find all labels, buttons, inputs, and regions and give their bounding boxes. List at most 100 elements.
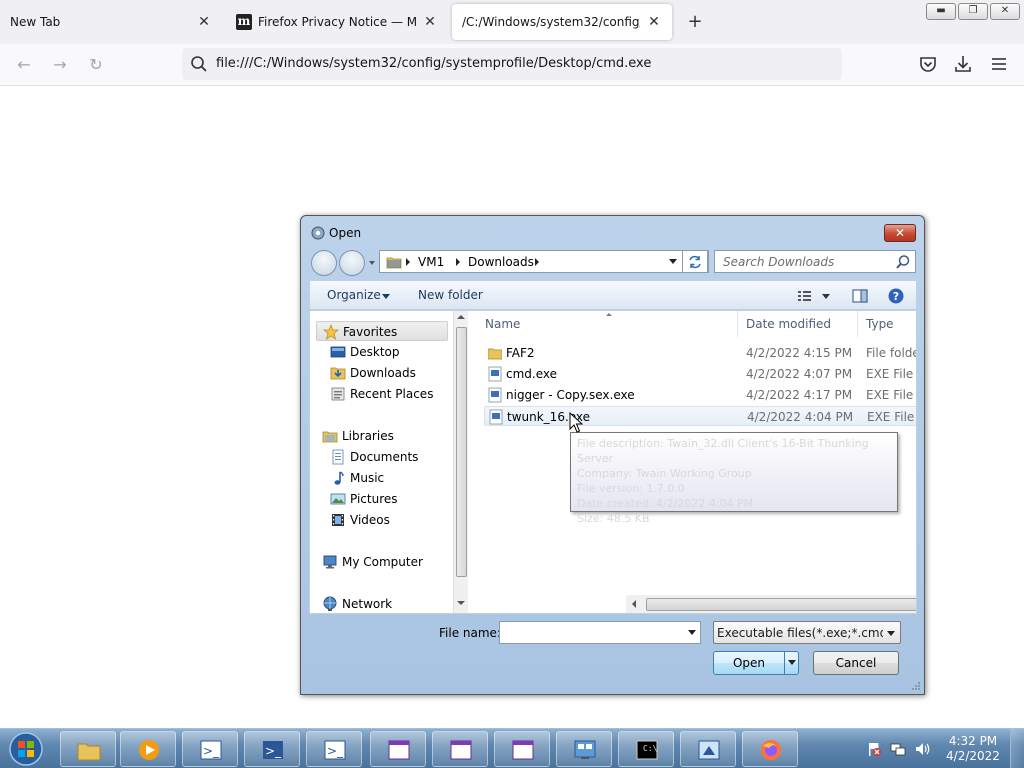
nav-label: Libraries <box>342 429 394 443</box>
nav-downloads[interactable]: Downloads <box>310 363 453 383</box>
nav-libraries[interactable]: Libraries <box>310 426 453 446</box>
url-bar[interactable]: file:///C:/Windows/system32/config/syste… <box>182 48 842 80</box>
preview-pane-icon[interactable] <box>851 287 869 305</box>
view-options-icon[interactable] <box>796 287 814 305</box>
taskbar-powershell-3[interactable]: >_ <box>306 731 362 767</box>
chevron-right-icon[interactable] <box>535 258 539 266</box>
address-dropdown-icon[interactable] <box>669 259 677 264</box>
network-status-icon[interactable] <box>890 741 906 757</box>
file-name-dropdown-icon[interactable] <box>688 630 696 635</box>
nav-documents[interactable]: Documents <box>310 447 453 467</box>
nav-network[interactable]: Network <box>310 594 453 613</box>
column-header-type[interactable]: Type <box>858 311 916 337</box>
nav-desktop[interactable]: Desktop <box>310 342 453 362</box>
scrollbar-thumb[interactable] <box>646 598 916 611</box>
navigation-scrollbar[interactable] <box>453 311 468 613</box>
taskbar-control-panel[interactable] <box>556 731 612 767</box>
start-button-icon[interactable] <box>4 731 48 767</box>
close-icon[interactable]: ✕ <box>422 14 438 30</box>
chevron-right-icon[interactable] <box>456 258 460 266</box>
new-folder-button[interactable]: New folder <box>418 288 483 302</box>
nav-label: Downloads <box>350 366 416 380</box>
taskbar-firefox[interactable] <box>742 731 798 767</box>
chevron-right-icon[interactable] <box>406 258 410 266</box>
search-downloads-input[interactable]: Search Downloads <box>714 250 916 273</box>
tab-new-tab[interactable]: New Tab ✕ <box>0 4 222 40</box>
taskbar-clock[interactable]: 4:32 PM 4/2/2022 <box>944 734 1002 764</box>
scrollbar-thumb[interactable] <box>456 327 467 577</box>
search-placeholder: Search Downloads <box>723 255 835 269</box>
tab-privacy-notice[interactable]: m Firefox Privacy Notice — Mozilla ✕ <box>226 4 448 40</box>
dialog-close-button[interactable]: ✕ <box>884 224 916 242</box>
help-icon[interactable]: ? <box>887 287 905 305</box>
mozilla-favicon-icon: m <box>236 14 252 30</box>
taskbar-powershell-1[interactable]: >_ <box>182 731 238 767</box>
scroll-left-icon[interactable] <box>632 600 636 608</box>
file-type-filter-select[interactable]: Executable files(*.exe;*.cmd;*.bat) <box>713 621 901 644</box>
breadcrumb-downloads[interactable]: Downloads <box>468 255 534 269</box>
cancel-button[interactable]: Cancel <box>813 651 899 675</box>
volume-icon[interactable] <box>914 741 930 757</box>
tab-cmd-file[interactable]: /C:/Windows/system32/config/syst ✕ <box>452 4 672 40</box>
address-bar[interactable]: VM1 Downloads <box>379 250 709 273</box>
taskbar-window-3[interactable] <box>494 731 550 767</box>
taskbar-media-player[interactable] <box>120 731 176 767</box>
organize-button[interactable]: Organize <box>327 288 381 302</box>
tab-title: Firefox Privacy Notice — Mozilla <box>258 15 416 29</box>
dialog-back-button[interactable] <box>311 250 337 276</box>
scroll-down-icon[interactable] <box>457 601 465 605</box>
file-row-copy-exe[interactable]: nigger - Copy.sex.exe 4/2/2022 4:17 PM E… <box>484 385 916 405</box>
downloads-icon[interactable] <box>953 54 973 74</box>
file-row-faf2[interactable]: FAF2 4/2/2022 4:15 PM File folder <box>484 343 916 363</box>
taskbar-command-prompt[interactable]: C:\ <box>618 731 674 767</box>
powershell-icon: >_ <box>200 740 222 760</box>
tooltip-description: File description: Twain_32.dll Client's … <box>577 437 869 465</box>
nav-my-computer[interactable]: My Computer <box>310 552 453 572</box>
search-icon[interactable] <box>895 254 911 270</box>
pocket-icon[interactable] <box>918 54 938 74</box>
dialog-forward-button[interactable] <box>339 250 365 276</box>
history-dropdown-icon[interactable] <box>369 261 375 265</box>
nav-pictures[interactable]: Pictures <box>310 489 453 509</box>
close-icon[interactable]: ✕ <box>196 14 212 30</box>
breadcrumb-vm1[interactable]: VM1 <box>418 255 444 269</box>
refresh-button[interactable] <box>682 250 708 273</box>
column-header-date[interactable]: Date modified <box>738 311 858 337</box>
taskbar-app-window[interactable] <box>680 731 736 767</box>
taskbar-powershell-2[interactable]: >_ <box>244 731 300 767</box>
nav-favorites[interactable]: Favorites <box>316 321 448 341</box>
nav-recent-places[interactable]: Recent Places <box>310 384 453 404</box>
view-dropdown-icon[interactable] <box>822 294 830 299</box>
action-center-flag-icon[interactable] <box>866 741 882 757</box>
open-options-split[interactable] <box>784 652 798 674</box>
close-icon[interactable]: ✕ <box>646 14 662 30</box>
scroll-up-icon[interactable] <box>457 315 465 319</box>
forward-button[interactable]: → <box>49 54 71 76</box>
new-tab-button[interactable]: + <box>684 12 706 34</box>
filter-value: Executable files(*.exe;*.cmd;*.bat) <box>717 626 883 640</box>
taskbar-explorer[interactable] <box>60 731 116 767</box>
open-button[interactable]: Open <box>713 651 799 675</box>
navigation-pane: Favorites Desktop Downloads Recent Place… <box>310 311 468 613</box>
music-icon <box>334 471 344 485</box>
taskbar-window-1[interactable] <box>370 731 426 767</box>
window-close-button[interactable]: ✕ <box>990 3 1020 20</box>
nav-videos[interactable]: Videos <box>310 510 453 530</box>
resize-grip-icon[interactable] <box>911 681 921 691</box>
file-row-cmd-exe[interactable]: cmd.exe 4/2/2022 4:07 PM EXE File <box>484 364 916 384</box>
column-header-name[interactable]: Name <box>468 311 738 337</box>
nav-music[interactable]: Music <box>310 468 453 488</box>
app-window-icon <box>512 740 534 760</box>
file-name-input[interactable] <box>499 621 701 644</box>
taskbar-window-2[interactable] <box>432 731 488 767</box>
horizontal-scrollbar[interactable] <box>626 595 916 613</box>
minimize-button[interactable]: ▬ <box>926 3 956 20</box>
mouse-cursor-icon <box>569 412 583 433</box>
show-desktop-button[interactable] <box>1010 729 1024 768</box>
reload-button[interactable]: ↻ <box>85 54 107 76</box>
restore-button[interactable]: ❐ <box>958 3 988 20</box>
hamburger-menu-icon[interactable] <box>989 54 1009 74</box>
file-row-twunk-16-exe[interactable]: twunk_16.exe 4/2/2022 4:04 PM EXE File <box>484 406 916 426</box>
nav-label: My Computer <box>342 555 423 569</box>
back-button[interactable]: ← <box>13 54 35 76</box>
